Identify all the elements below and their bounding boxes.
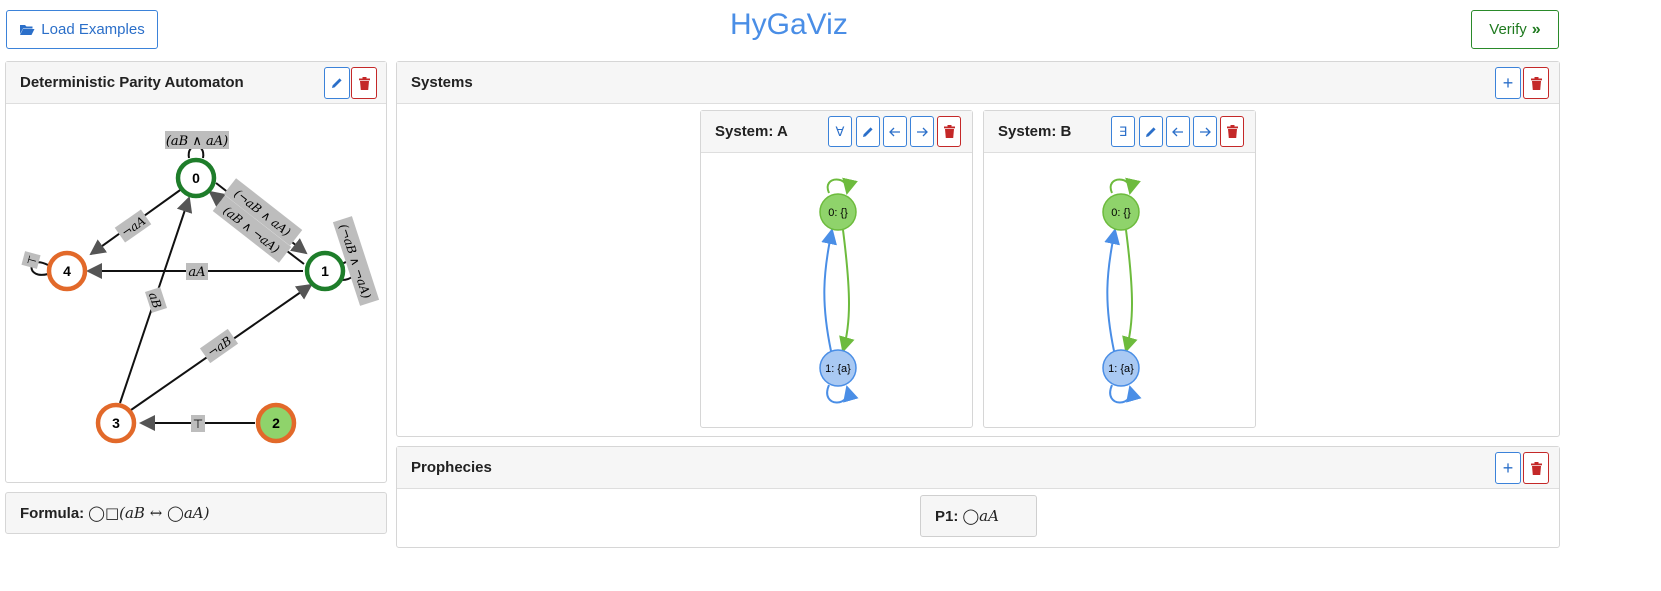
pencil-icon <box>1146 126 1156 137</box>
arrow-right-icon <box>917 127 928 136</box>
trash-icon <box>943 125 955 138</box>
system-a-graph: 0: {} 1: {a} <box>819 177 859 404</box>
edge-label-1-4: aA <box>186 263 208 280</box>
automaton-title: Deterministic Parity Automaton <box>20 74 244 91</box>
pencil-icon <box>332 78 342 88</box>
system-a-move-right-button[interactable] <box>910 116 934 147</box>
prophecy-label: P1: <box>935 507 959 525</box>
system-a-delete-button[interactable] <box>937 116 961 147</box>
system-a-state-0-label: 0: {} <box>828 207 848 219</box>
system-a-quantifier-button[interactable]: ∀ <box>828 116 852 147</box>
delete-prophecies-button[interactable] <box>1523 452 1549 484</box>
exists-icon: ∃ <box>1118 123 1128 139</box>
formula-label: Formula: <box>20 504 85 522</box>
automaton-node-0[interactable]: 0 <box>175 157 217 199</box>
automaton-card: Deterministic Parity Automaton (aB ∧ aA)… <box>5 61 387 483</box>
double-chevron-right-icon: » <box>1531 20 1541 38</box>
arrow-left-icon <box>1172 127 1183 136</box>
system-a-move-left-button[interactable] <box>883 116 907 147</box>
system-a-title: System: A <box>715 123 788 140</box>
automaton-node-4-label: 4 <box>63 263 71 279</box>
plus-icon: + <box>1502 457 1514 478</box>
system-b-quantifier-button[interactable]: ∃ <box>1111 116 1135 147</box>
system-b-state-1[interactable]: 1: {a} <box>1102 349 1140 387</box>
edge-label-0-self: (aB ∧ aA) <box>165 131 229 149</box>
arrow-right-icon <box>1200 127 1211 136</box>
system-a-state-0[interactable]: 0: {} <box>819 193 857 231</box>
system-b-delete-button[interactable] <box>1220 116 1244 147</box>
prophecy-formula: ◯aA <box>962 507 999 525</box>
automaton-node-3-label: 3 <box>112 415 120 431</box>
delete-automaton-button[interactable] <box>351 67 377 99</box>
system-card-a: System: A ∀ 0: {} 1: {a} <box>700 110 973 428</box>
system-a-state-1[interactable]: 1: {a} <box>819 349 857 387</box>
system-b-state-0-label: 0: {} <box>1111 207 1131 219</box>
system-b-graph: 0: {} 1: {a} <box>1102 177 1142 404</box>
trash-icon <box>358 76 370 90</box>
prophecies-card-header: Prophecies <box>397 447 1559 489</box>
plus-icon: + <box>1502 72 1514 93</box>
trash-icon <box>1226 125 1238 138</box>
folder-open-icon <box>20 25 35 35</box>
verify-label: Verify <box>1489 21 1527 38</box>
load-examples-button[interactable]: Load Examples <box>6 10 158 49</box>
add-prophecy-button[interactable]: + <box>1495 452 1521 484</box>
verify-button[interactable]: Verify » <box>1471 10 1559 49</box>
add-system-button[interactable]: + <box>1495 67 1521 99</box>
systems-card-header: Systems <box>397 62 1559 104</box>
automaton-node-1[interactable]: 1 <box>304 250 346 292</box>
system-b-title: System: B <box>998 123 1072 140</box>
automaton-node-3[interactable]: 3 <box>95 402 137 444</box>
automaton-node-2[interactable]: 2 <box>255 402 297 444</box>
edge-label-3-0: aB <box>144 287 168 313</box>
systems-title: Systems <box>411 74 473 91</box>
edge-label-2-3: ⊤ <box>191 415 205 432</box>
trash-icon <box>1530 461 1542 475</box>
automaton-node-4[interactable]: 4 <box>46 250 88 292</box>
forall-icon: ∀ <box>835 123 845 139</box>
system-a-state-1-label: 1: {a} <box>825 363 851 375</box>
edge-label-1-4-text: aA <box>188 265 205 280</box>
automaton-node-0-label: 0 <box>192 170 200 186</box>
system-a-edit-button[interactable] <box>856 116 880 147</box>
trash-icon <box>1530 76 1542 90</box>
system-b-move-right-button[interactable] <box>1193 116 1217 147</box>
system-b-edit-button[interactable] <box>1139 116 1163 147</box>
automaton-graph: (aB ∧ aA) ¬aA (¬aB ∧ aA) (aB ∧ ¬aA) (¬aB… <box>21 131 380 444</box>
edge-label-4-self: ⊤ <box>21 251 41 269</box>
automaton-node-2-label: 2 <box>272 415 280 431</box>
systems-card: Systems + System: A ∀ 0: {} 1: {a} Syste… <box>396 61 1560 437</box>
automaton-node-1-label: 1 <box>321 263 329 279</box>
edge-label-0-self-text: (aB ∧ aA) <box>166 134 228 149</box>
prophecy-item-p1[interactable]: P1: ◯aA <box>920 495 1037 537</box>
arrow-left-icon <box>889 127 900 136</box>
load-examples-label: Load Examples <box>41 21 145 38</box>
formula-text: ◯□(aB ↔ ◯aA) <box>88 504 210 522</box>
prophecies-card: Prophecies + P1: ◯aA <box>396 446 1560 548</box>
edit-automaton-button[interactable] <box>324 67 350 99</box>
system-b-move-left-button[interactable] <box>1166 116 1190 147</box>
system-card-b: System: B ∃ 0: {} 1: {a} <box>983 110 1256 428</box>
prophecies-title: Prophecies <box>411 459 492 476</box>
app-title: HyGaViz <box>730 8 848 41</box>
pencil-icon <box>863 126 873 137</box>
formula-card: Formula: ◯□(aB ↔ ◯aA) <box>5 492 387 534</box>
delete-systems-button[interactable] <box>1523 67 1549 99</box>
system-b-state-1-label: 1: {a} <box>1108 363 1134 375</box>
system-b-state-0[interactable]: 0: {} <box>1102 193 1140 231</box>
edge-label-2-3-text: ⊤ <box>193 417 203 431</box>
